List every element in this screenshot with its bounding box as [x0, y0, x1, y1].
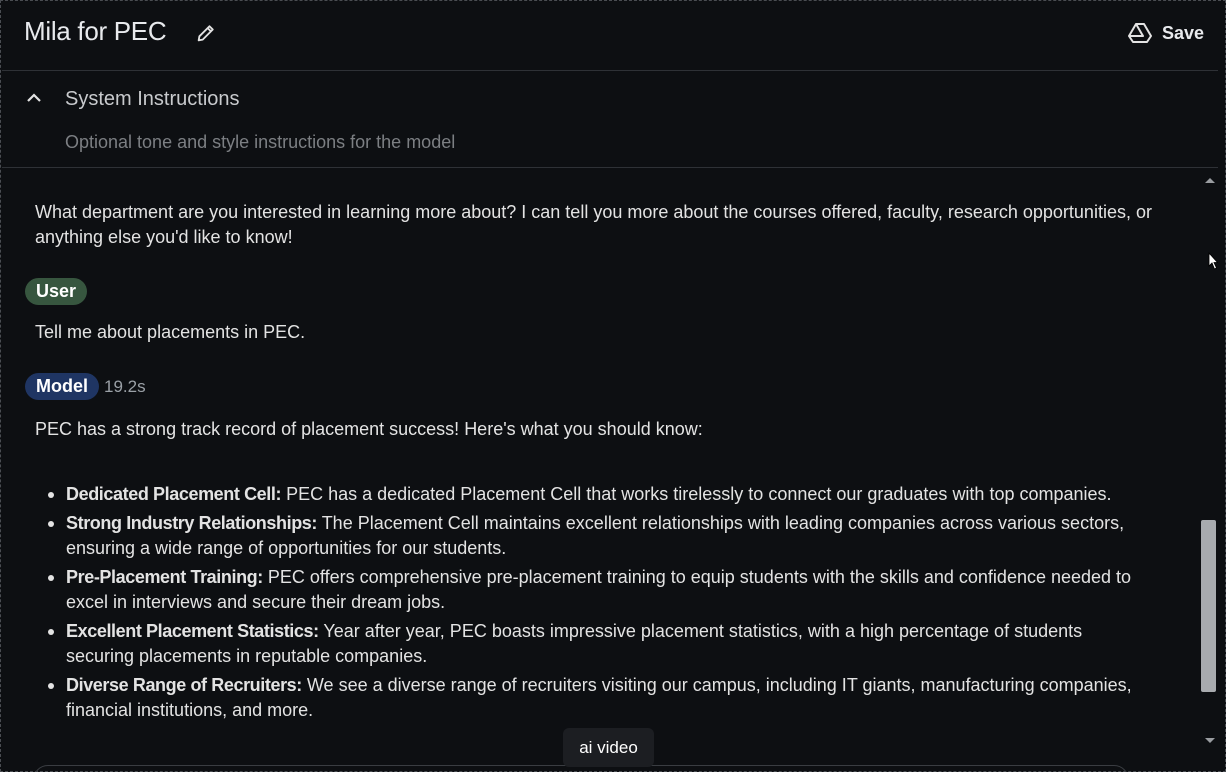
- response-time: 19.2s: [104, 377, 146, 396]
- drive-icon: [1127, 23, 1152, 43]
- system-instructions-panel: System Instructions: [2, 72, 1218, 168]
- save-button[interactable]: Save: [1127, 18, 1204, 48]
- list-item: Pre-Placement Training: PEC offers compr…: [35, 565, 1150, 615]
- chevron-up-icon[interactable]: [24, 88, 44, 108]
- save-label: Save: [1161, 22, 1204, 43]
- chat-area: What department are you interested in le…: [2, 169, 1200, 772]
- model-message-previous: What department are you interested in le…: [35, 202, 1152, 247]
- list-item: Dedicated Placement Cell: PEC has a dedi…: [35, 482, 1150, 507]
- system-instructions-input[interactable]: [65, 130, 1165, 154]
- model-message-intro: PEC has a strong track record of placeme…: [35, 419, 703, 439]
- model-bullet-list: Dedicated Placement Cell: PEC has a dedi…: [35, 482, 1150, 727]
- bullet-title: Excellent Placement Statistics:: [66, 621, 319, 641]
- model-role-badge: Model: [25, 373, 99, 400]
- bullet-title: Pre-Placement Training:: [66, 567, 263, 587]
- list-item: Excellent Placement Statistics: Year aft…: [35, 619, 1150, 669]
- system-instructions-title: System Instructions: [65, 88, 240, 110]
- list-item: Strong Industry Relationships: The Place…: [35, 511, 1150, 561]
- list-item: Diverse Range of Recruiters: We see a di…: [35, 673, 1150, 723]
- bullet-title: Dedicated Placement Cell:: [66, 484, 282, 504]
- bullet-title: Strong Industry Relationships:: [66, 513, 318, 533]
- mouse-cursor-icon: [1208, 252, 1218, 270]
- scroll-up-arrow-icon[interactable]: [1205, 178, 1215, 183]
- bullet-text: PEC has a dedicated Placement Cell that …: [281, 484, 1112, 504]
- page-title: Mila for PEC: [24, 16, 167, 46]
- tooltip: ai video: [563, 728, 654, 767]
- user-message: Tell me about placements in PEC.: [35, 322, 306, 342]
- scroll-down-arrow-icon[interactable]: [1205, 738, 1215, 743]
- scrollbar-thumb[interactable]: [1201, 520, 1216, 692]
- user-role-badge: User: [25, 278, 88, 305]
- header: Mila for PEC Save: [2, 2, 1218, 71]
- bullet-title: Diverse Range of Recruiters:: [66, 675, 302, 695]
- pencil-icon[interactable]: [195, 22, 217, 44]
